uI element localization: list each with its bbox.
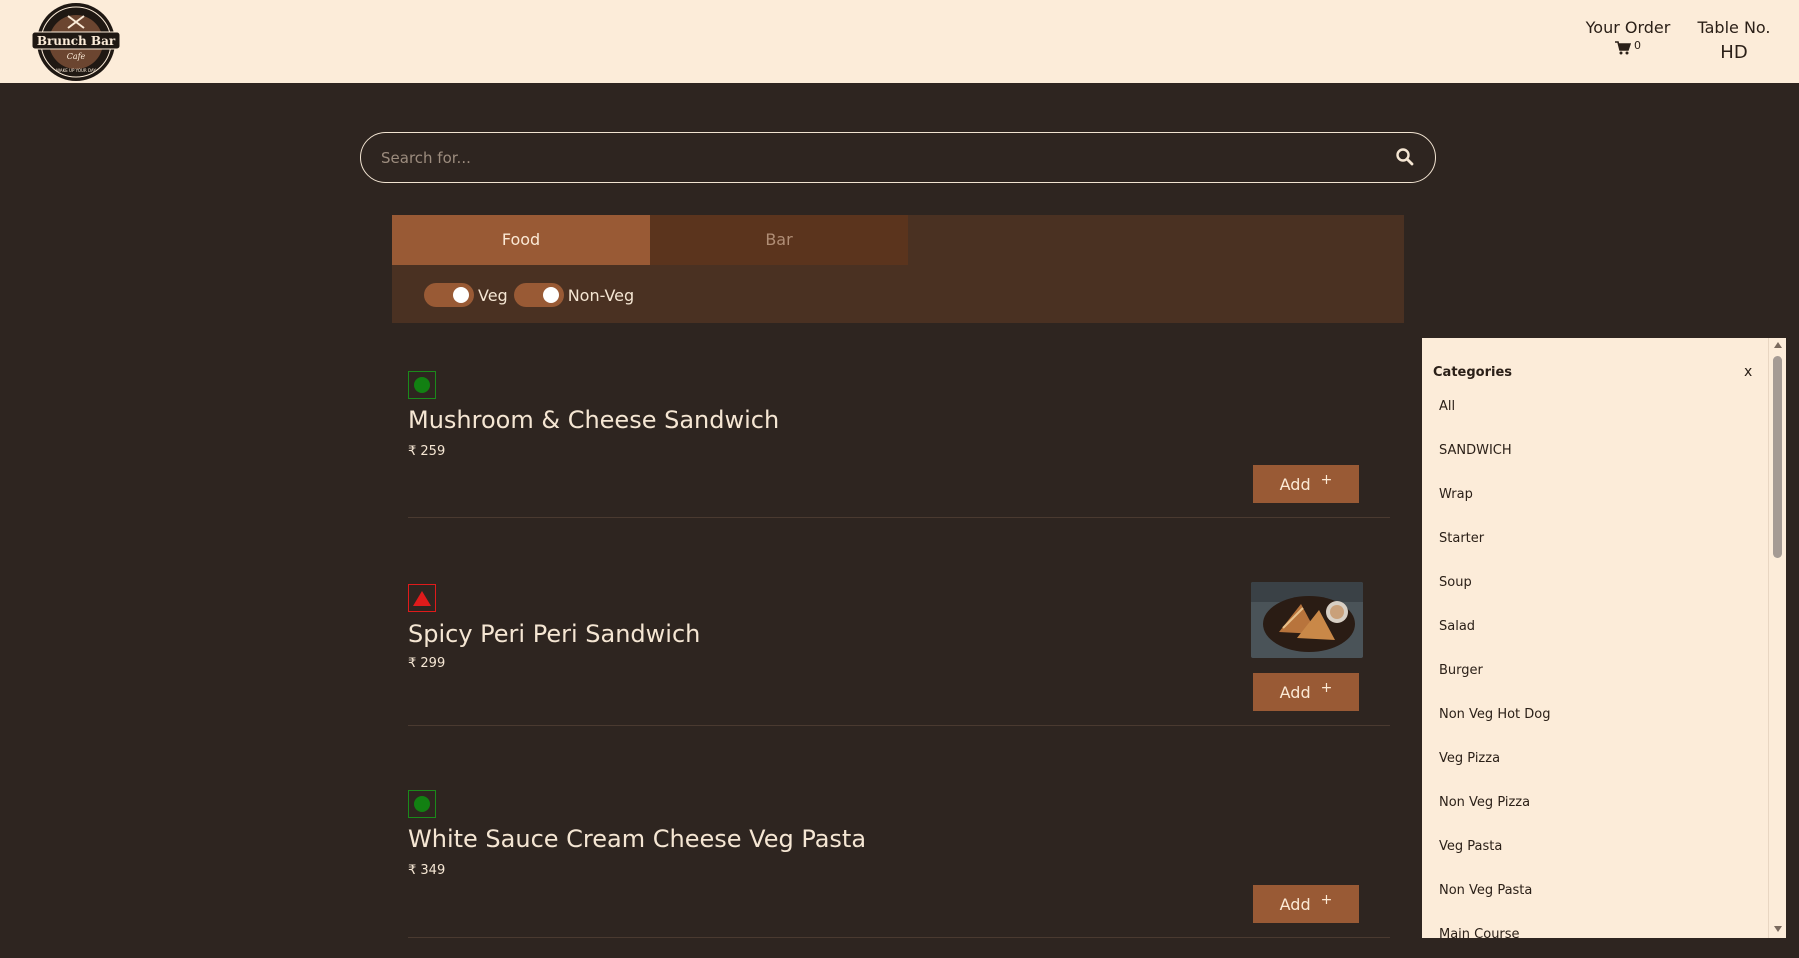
category-item-non-veg-hot-dog[interactable]: Non Veg Hot Dog	[1439, 707, 1551, 722]
search-bar	[360, 132, 1436, 183]
category-item-starter[interactable]: Starter	[1439, 531, 1484, 546]
plus-icon: +	[1320, 472, 1333, 488]
top-header: Brunch Bar Cafe WAKE UP YOUR DAY Your Or…	[0, 0, 1799, 83]
plus-icon: +	[1320, 892, 1333, 908]
search-input[interactable]	[381, 145, 1341, 171]
category-item-veg-pasta[interactable]: Veg Pasta	[1439, 839, 1502, 854]
add-to-order-button[interactable]: Add +	[1253, 465, 1359, 503]
category-item-main-course[interactable]: Main Course	[1439, 927, 1520, 938]
veg-icon	[408, 790, 436, 818]
close-icon[interactable]: x	[1744, 364, 1752, 380]
category-item-wrap[interactable]: Wrap	[1439, 487, 1473, 502]
tab-bar[interactable]: Bar	[650, 215, 908, 265]
your-order-button[interactable]: Your Order 0	[1580, 18, 1676, 59]
scroll-up-arrow-icon[interactable]	[1774, 342, 1782, 348]
categories-scrollbar[interactable]	[1768, 338, 1786, 938]
categories-panel: Categories x All SANDWICH Wrap Starter S…	[1422, 338, 1786, 938]
non-veg-icon	[408, 584, 436, 612]
table-number-label: Table No.	[1697, 18, 1771, 37]
add-button-label: Add	[1279, 682, 1311, 702]
category-item-veg-pizza[interactable]: Veg Pizza	[1439, 751, 1500, 766]
category-item-salad[interactable]: Salad	[1439, 619, 1475, 634]
add-to-order-button[interactable]: Add +	[1253, 673, 1359, 711]
category-item-soup[interactable]: Soup	[1439, 575, 1472, 590]
svg-text:WAKE UP YOUR DAY: WAKE UP YOUR DAY	[56, 68, 96, 73]
non-veg-toggle-label: Non-Veg	[567, 285, 635, 305]
brunch-bar-logo[interactable]: Brunch Bar Cafe WAKE UP YOUR DAY	[28, 2, 124, 82]
add-button-label: Add	[1279, 474, 1311, 494]
veg-toggle[interactable]: Veg	[424, 283, 508, 307]
scroll-down-arrow-icon[interactable]	[1774, 926, 1782, 932]
menu-filter-panel: Food Bar Veg Non-Veg	[392, 215, 1404, 323]
search-icon[interactable]	[1395, 147, 1417, 169]
your-order-label: Your Order	[1585, 18, 1671, 37]
category-item-sandwich[interactable]: SANDWICH	[1439, 443, 1512, 458]
tab-food[interactable]: Food	[392, 215, 650, 265]
item-name: Spicy Peri Peri Sandwich	[408, 620, 701, 648]
item-price: ₹ 259	[408, 444, 446, 459]
category-item-non-veg-pasta[interactable]: Non Veg Pasta	[1439, 883, 1532, 898]
cart-count: 0	[1634, 39, 1641, 52]
table-number-value: HD	[1720, 42, 1748, 63]
svg-text:Brunch Bar: Brunch Bar	[37, 34, 116, 48]
svg-text:Cafe: Cafe	[67, 52, 86, 61]
item-price: ₹ 299	[408, 656, 446, 671]
veg-icon	[408, 371, 436, 399]
cart-icon[interactable]	[1615, 41, 1632, 59]
item-image[interactable]	[1251, 582, 1363, 658]
non-veg-toggle[interactable]: Non-Veg	[513, 283, 635, 307]
item-price: ₹ 349	[408, 863, 446, 878]
add-to-order-button[interactable]: Add +	[1253, 885, 1359, 923]
plus-icon: +	[1320, 680, 1333, 696]
menu-item: Mushroom & Cheese Sandwich ₹ 259 Add +	[408, 360, 1390, 518]
add-button-label: Add	[1279, 894, 1311, 914]
veg-switch[interactable]	[424, 283, 474, 307]
menu-item: Spicy Peri Peri Sandwich ₹ 299 Add +	[408, 518, 1390, 726]
non-veg-switch[interactable]	[513, 283, 564, 307]
item-name: White Sauce Cream Cheese Veg Pasta	[408, 825, 867, 853]
category-item-burger[interactable]: Burger	[1439, 663, 1483, 678]
scrollbar-thumb[interactable]	[1773, 356, 1782, 558]
table-number: Table No. HD	[1694, 18, 1774, 63]
categories-title: Categories	[1433, 365, 1513, 380]
menu-item: White Sauce Cream Cheese Veg Pasta ₹ 349…	[408, 726, 1390, 938]
category-item-all[interactable]: All	[1439, 399, 1455, 414]
category-item-non-veg-pizza[interactable]: Non Veg Pizza	[1439, 795, 1530, 810]
veg-toggle-label: Veg	[478, 285, 508, 305]
item-name: Mushroom & Cheese Sandwich	[408, 406, 780, 434]
